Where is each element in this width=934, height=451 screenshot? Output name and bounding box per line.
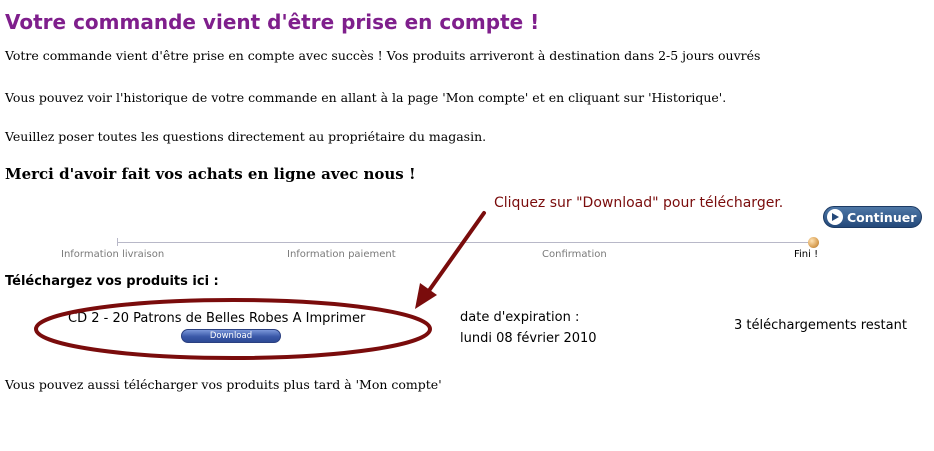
expiry-info: date d'expiration : lundi 08 février 201… (460, 307, 597, 349)
success-message: Votre commande vient d'être prise en com… (5, 48, 761, 63)
questions-info: Veuillez poser toutes les questions dire… (5, 129, 487, 144)
download-button[interactable]: Download (181, 329, 281, 343)
product-name: CD 2 - 20 Patrons de Belles Robes A Impr… (68, 311, 366, 326)
remaining-downloads: 3 téléchargements restant (734, 318, 907, 333)
step-shipping-info: Information livraison (61, 249, 165, 260)
step-finished: Fini ! (794, 249, 819, 260)
thanks-message: Merci d'avoir fait vos achats en ligne a… (5, 165, 416, 183)
progress-start-tick (117, 238, 118, 246)
progress-current-marker (808, 237, 819, 248)
pointer-arrow-icon (415, 211, 486, 309)
expiry-date: lundi 08 février 2010 (460, 331, 597, 346)
step-confirmation: Confirmation (542, 249, 607, 260)
step-payment-info: Information paiement (287, 249, 396, 260)
download-later-info: Vous pouvez aussi télécharger vos produi… (5, 377, 442, 392)
continue-button[interactable]: Continuer (823, 206, 922, 228)
progress-track (118, 242, 812, 243)
arrow-right-icon (827, 209, 843, 225)
page-title: Votre commande vient d'être prise en com… (5, 10, 540, 34)
history-info: Vous pouvez voir l'historique de votre c… (5, 90, 727, 105)
expiry-label: date d'expiration : (460, 310, 580, 325)
continue-label: Continuer (847, 209, 917, 225)
downloads-heading: Téléchargez vos produits ici : (5, 274, 219, 289)
download-hint: Cliquez sur "Download" pour télécharger. (494, 195, 784, 211)
